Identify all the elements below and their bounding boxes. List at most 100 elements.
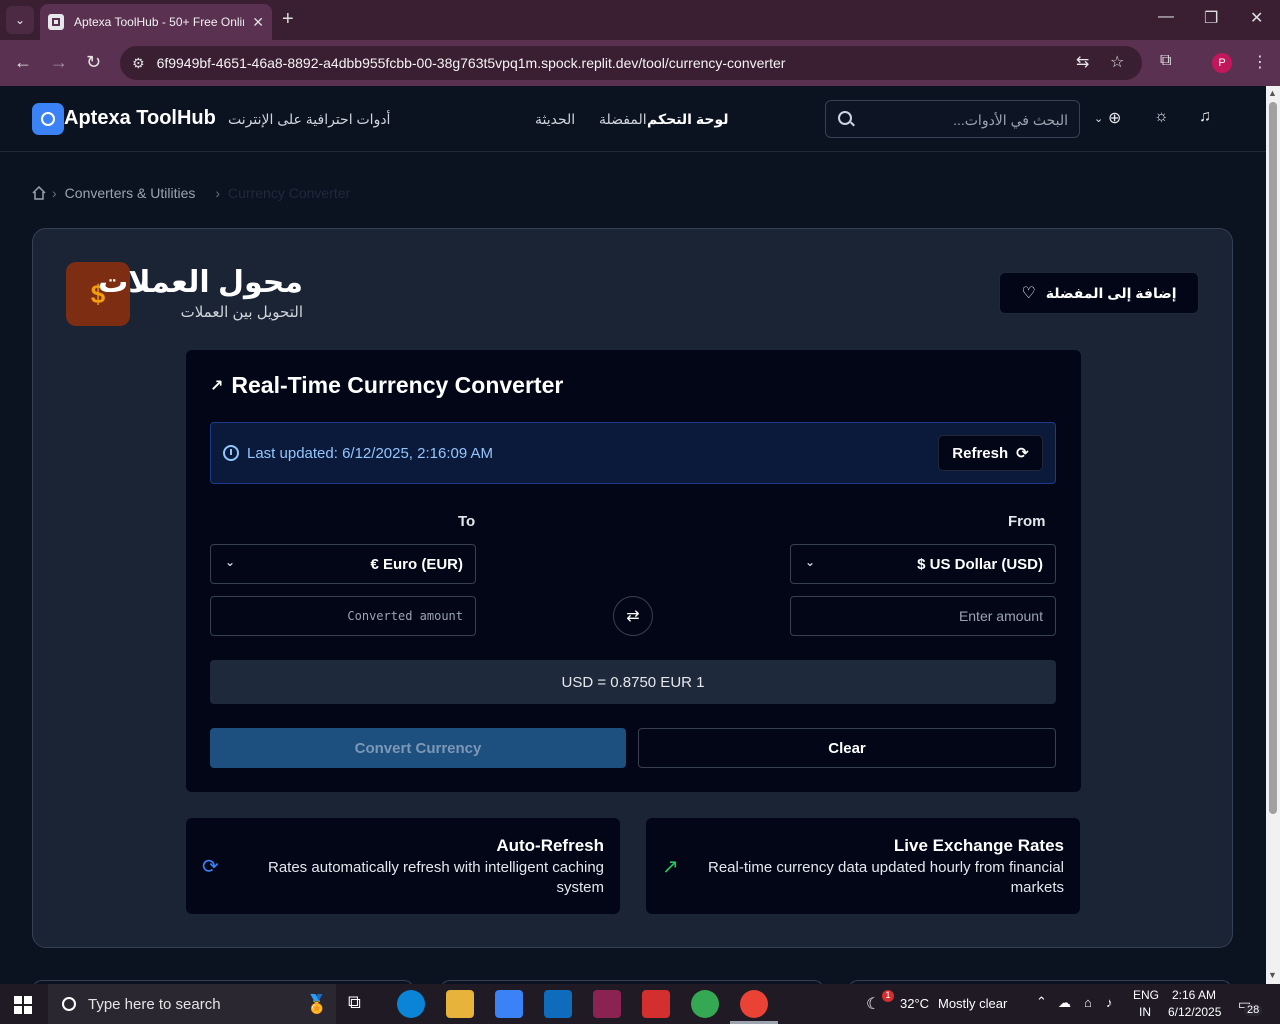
omnibox[interactable]: ⚙ 6f9949bf-4651-46a8-8892-a4dbb955fcbb-0… [120, 46, 1142, 80]
feature-description: Rates automatically refresh with intelli… [268, 858, 604, 898]
weather-icon[interactable]: ☾ [866, 994, 880, 1014]
browser-tab[interactable]: Aptexa ToolHub - 50+ Free Online ✕ [40, 4, 272, 40]
page-viewport: Aptexa ToolHub أدوات احترافية على الإنتر… [0, 86, 1266, 984]
add-to-favorites-button[interactable]: ♡ إضافة إلى المفضلة [999, 272, 1199, 314]
language-top[interactable]: ENG [1133, 988, 1159, 1002]
refresh-icon: ⟳ [1016, 445, 1029, 462]
chevron-down-icon: ⌄ [225, 555, 236, 569]
trending-up-icon: ↗ [210, 377, 224, 395]
exchange-rate-display: USD = 0.8750 EUR 1 [210, 660, 1056, 704]
site-favicon [48, 14, 64, 30]
windows-taskbar: Type here to search 🏅 ⧉ ☾ 1 32°C Mostly … [0, 984, 1280, 1024]
tab-close-icon[interactable]: ✕ [252, 14, 264, 31]
network-icon[interactable]: ☁ [1058, 995, 1071, 1011]
windows-start-icon[interactable] [14, 996, 32, 1014]
temperature[interactable]: 32°C [900, 996, 929, 1011]
translate-icon[interactable]: ⇆ [1076, 52, 1089, 72]
feature-title: Live Exchange Rates [893, 836, 1064, 855]
show-hidden-icons[interactable]: ⌃ [1036, 994, 1047, 1010]
reload-button[interactable]: ↻ [86, 52, 101, 73]
page-scrollbar[interactable]: ▲ ▼ [1266, 86, 1280, 984]
from-label: From [1008, 513, 1046, 530]
clock-icon [223, 445, 239, 461]
bookmark-star-icon[interactable]: ☆ [1110, 52, 1124, 72]
feature-auto-refresh: ⟳ Auto-Refresh Rates automatically refre… [186, 818, 620, 914]
search-input[interactable] [866, 107, 1068, 133]
restore-button[interactable]: ❐ [1204, 8, 1218, 28]
browser-tab-bar: ⌄ Aptexa ToolHub - 50+ Free Online ✕ + —… [0, 0, 1280, 40]
site-info-icon[interactable]: ⚙ [132, 55, 145, 72]
edge-icon[interactable] [397, 990, 425, 1018]
volume-icon[interactable]: ♪ [1106, 995, 1113, 1010]
breadcrumb-category[interactable]: Converters & Utilities [65, 185, 196, 201]
scroll-up-arrow[interactable]: ▲ [1268, 88, 1277, 98]
chrome-icon[interactable] [691, 990, 719, 1018]
weather-badge: 1 [882, 990, 894, 1002]
nav-dashboard[interactable]: لوحة التحكم [647, 111, 728, 128]
extensions-icon[interactable]: ⧉ [1160, 52, 1171, 70]
language-chevron-icon[interactable]: ⌄ [1094, 112, 1103, 125]
converted-amount-field[interactable] [210, 596, 476, 636]
refresh-icon: ⟳ [202, 856, 219, 878]
scrollbar-thumb[interactable] [1269, 102, 1277, 814]
task-view-icon[interactable]: ⧉ [348, 992, 376, 1020]
new-tab-button[interactable]: + [282, 8, 294, 31]
browser-menu-icon[interactable]: ⋮ [1252, 52, 1268, 72]
feature-description: Real-time currency data updated hourly f… [708, 858, 1064, 898]
brand-name[interactable]: Aptexa ToolHub [64, 107, 216, 130]
convert-currency-button[interactable]: Convert Currency [210, 728, 626, 768]
file-explorer-icon[interactable] [446, 990, 474, 1018]
last-updated-box: Last updated: 6/12/2025, 2:16:09 AM Refr… [210, 422, 1056, 484]
clock-date[interactable]: 6/12/2025 [1168, 1005, 1221, 1019]
amount-input[interactable] [790, 596, 1056, 636]
profile-avatar[interactable]: P [1212, 53, 1232, 73]
outlook-icon[interactable] [544, 990, 572, 1018]
to-currency-select[interactable]: ⌄ € Euro (EUR) [210, 544, 476, 584]
back-button[interactable]: ← [14, 52, 32, 73]
wifi-icon[interactable]: ⌂ [1084, 995, 1092, 1010]
feature-description-line: markets [1010, 879, 1064, 896]
globe-icon[interactable]: ⊕ [1108, 108, 1121, 128]
to-label: To [458, 513, 476, 530]
from-currency-select[interactable]: ⌄ $ US Dollar (USD) [790, 544, 1056, 584]
swap-icon: ⇄ [626, 608, 640, 625]
store-icon[interactable] [495, 990, 523, 1018]
clear-button[interactable]: Clear [638, 728, 1056, 768]
bell-icon[interactable]: ♫ [1199, 108, 1211, 126]
search-highlight-icon: 🏅 [305, 993, 328, 1014]
swap-currencies-button[interactable]: ⇄ [613, 596, 653, 636]
tab-search-button[interactable]: ⌄ [6, 6, 34, 34]
nav-favorites[interactable]: المفضلة [599, 111, 647, 128]
converter-panel: ↗ Real-Time Currency Converter Last upda… [186, 350, 1081, 792]
theme-sun-icon[interactable]: ☼ [1154, 108, 1169, 126]
language-bottom[interactable]: IN [1139, 1005, 1151, 1019]
chrome-profile-icon[interactable] [740, 990, 768, 1018]
logo-icon[interactable] [32, 103, 64, 135]
tool-card: $ محول العملات التحويل بين العملات ♡ إضا… [32, 228, 1233, 948]
clock-time[interactable]: 2:16 AM [1172, 988, 1216, 1002]
home-icon[interactable] [32, 186, 46, 200]
pdf-app-icon[interactable] [642, 990, 670, 1018]
minimize-button[interactable]: — [1158, 8, 1174, 26]
search-icon [838, 111, 852, 125]
last-updated-text: Last updated: 6/12/2025, 2:16:09 AM [247, 445, 494, 462]
add-to-favorites-label: إضافة إلى المفضلة [1045, 284, 1177, 301]
nav-recent[interactable]: الحديثة [535, 111, 575, 128]
feature-description-line: Rates automatically refresh with intelli… [268, 859, 604, 876]
url-text: 6f9949bf-4651-46a8-8892-a4dbb955fcbb-00-… [156, 55, 786, 71]
scroll-down-arrow[interactable]: ▼ [1268, 970, 1277, 980]
window-close-button[interactable]: ✕ [1250, 8, 1263, 28]
converter-title: ↗ Real-Time Currency Converter [210, 372, 563, 399]
tool-title: محول العملات [98, 266, 303, 299]
forward-button[interactable]: → [50, 52, 68, 73]
taskbar-search[interactable]: Type here to search 🏅 [48, 984, 336, 1024]
to-currency-value: € Euro (EUR) [370, 556, 463, 573]
feature-title: Auto-Refresh [496, 836, 604, 855]
tool-subtitle: التحويل بين العملات [180, 304, 303, 321]
notification-count: 28 [1244, 1004, 1263, 1016]
refresh-button[interactable]: Refresh ⟳ [938, 435, 1043, 471]
weather-condition[interactable]: Mostly clear [938, 996, 1007, 1011]
tool-search [825, 100, 1080, 138]
app-icon[interactable] [593, 990, 621, 1018]
breadcrumb-separator: › [52, 185, 57, 201]
